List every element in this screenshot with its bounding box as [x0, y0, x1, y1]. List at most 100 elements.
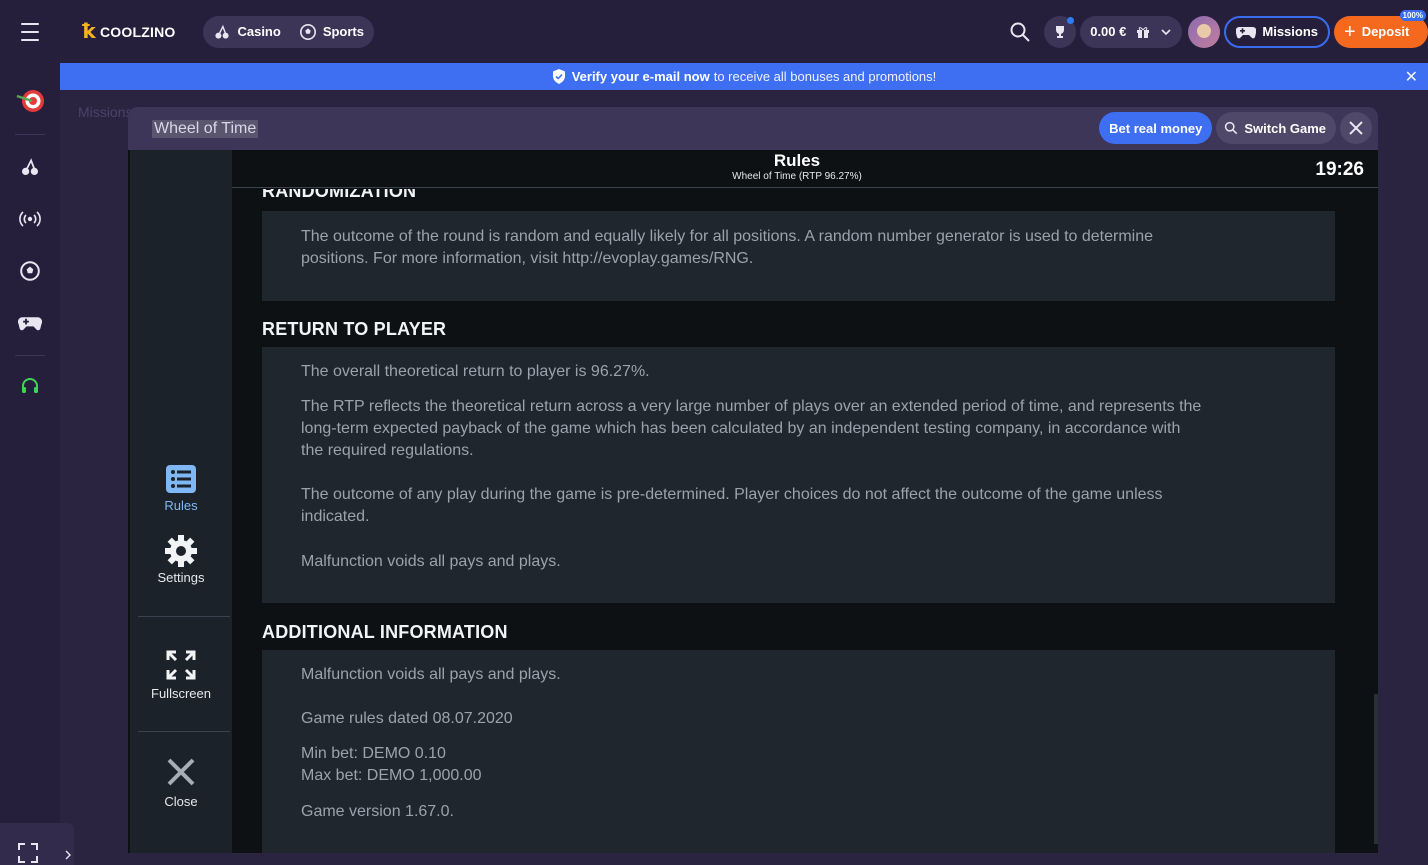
nav-sports[interactable]: Sports — [299, 23, 364, 41]
additional-malfunction: Malfunction voids all pays and plays. — [301, 666, 561, 683]
rewards-button[interactable] — [1044, 15, 1077, 48]
soccer-ball-icon — [299, 23, 316, 40]
shield-check-icon — [552, 69, 565, 84]
page-title-ghost: Missions — [78, 104, 133, 120]
darts-target-icon — [16, 90, 44, 112]
sidebar-item-games[interactable] — [14, 307, 46, 339]
additional-rules-date: Game rules dated 08.07.2020 — [301, 710, 513, 727]
deposit-label: Deposit — [1361, 24, 1410, 39]
section-card-rtp: The overall theoretical return to player… — [262, 347, 1335, 603]
verify-email-banner: Verify your e-mail now to receive all bo… — [60, 63, 1428, 90]
switch-game-button[interactable]: Switch Game — [1216, 112, 1336, 144]
header-tools: 0.00 € Missions + Deposit 100% — [1004, 0, 1428, 63]
balance-dropdown[interactable]: 0.00 € — [1080, 15, 1183, 48]
sidebar-divider — [15, 355, 45, 356]
section-card-randomization: The outcome of the round is random and e… — [262, 211, 1335, 301]
game-menu-divider — [138, 731, 230, 732]
missions-button[interactable]: Missions — [1224, 15, 1330, 48]
avatar-face — [1197, 23, 1212, 38]
hamburger-icon — [21, 20, 39, 44]
search-icon — [1010, 22, 1030, 42]
soccer-ball-icon — [20, 261, 40, 281]
randomization-text-line2: positions. For more information, visit h… — [301, 250, 754, 267]
gear-icon — [165, 535, 197, 567]
headset-icon — [22, 378, 38, 393]
modal-close-button[interactable] — [1340, 112, 1372, 144]
game-menu-close[interactable]: Close — [130, 758, 232, 809]
rules-header: Rules Wheel of Time (RTP 96.27%) 19:26 — [232, 150, 1378, 188]
nav-casino[interactable]: Casino — [213, 23, 281, 41]
top-header: ꝁ COOLZINO Casino Sports 0.00 € Missions — [0, 0, 1428, 63]
rtp-predetermined-line2: indicated. — [301, 508, 370, 525]
sidebar-divider — [15, 134, 45, 135]
product-switcher: Casino Sports — [203, 15, 374, 48]
rtp-text-line3: the required regulations. — [301, 442, 474, 459]
left-sidebar — [0, 63, 60, 865]
brand-name: COOLZINO — [99, 23, 176, 40]
search-button[interactable] — [1004, 16, 1036, 48]
list-icon — [166, 465, 196, 493]
additional-max-bet: Max bet: DEMO 1,000.00 — [301, 767, 482, 784]
notification-dot — [1067, 16, 1075, 24]
fullscreen-corners-icon — [18, 843, 38, 863]
additional-min-bet: Min bet: DEMO 0.10 — [301, 745, 446, 762]
sidebar-item-support[interactable] — [14, 371, 46, 403]
verify-banner-text: to receive all bonuses and promotions! — [713, 69, 937, 84]
game-menu-rules[interactable]: Rules — [130, 464, 232, 513]
additional-game-version: Game version 1.67.0. — [301, 803, 454, 820]
user-avatar[interactable] — [1188, 15, 1221, 48]
brand-logo[interactable]: ꝁ COOLZINO — [82, 22, 175, 42]
nav-sports-label: Sports — [322, 24, 364, 39]
game-menu-divider — [138, 616, 230, 617]
rtp-malfunction: Malfunction voids all pays and plays. — [301, 553, 561, 570]
banner-close-icon[interactable]: ✕ — [1405, 67, 1418, 87]
rules-title: Rules — [773, 151, 821, 170]
randomization-text-line1: The outcome of the round is random and e… — [301, 228, 1154, 245]
deposit-button[interactable]: + Deposit 100% — [1334, 9, 1428, 48]
close-menu-label: Close — [164, 794, 198, 809]
verify-email-link[interactable]: Verify your e-mail now — [572, 69, 710, 84]
sidebar-item-live[interactable] — [14, 203, 46, 235]
section-card-additional: Malfunction voids all pays and plays. Ga… — [262, 650, 1335, 853]
plus-icon: + — [1344, 20, 1356, 43]
deposit-bonus-badge: 100% — [1399, 9, 1426, 21]
sidebar-item-promotions[interactable] — [14, 85, 46, 117]
close-icon — [1349, 121, 1363, 135]
section-heading-additional: ADDITIONAL INFORMATION — [262, 622, 508, 642]
game-iframe: Rules Settings Fullscreen Close Rules Wh… — [128, 150, 1378, 853]
game-menu-fullscreen[interactable]: Fullscreen — [130, 650, 232, 701]
expand-arrows-icon — [166, 650, 196, 680]
rtp-predetermined-line1: The outcome of any play during the game … — [301, 486, 1163, 503]
bet-real-money-button[interactable]: Bet real money — [1099, 112, 1213, 144]
rtp-text-line1: The RTP reflects the theoretical return … — [301, 398, 1202, 415]
rules-content[interactable]: RANDOMIZATION The outcome of the round i… — [232, 189, 1378, 853]
sidebar-item-sports[interactable] — [14, 255, 46, 287]
game-modal-actions: Bet real money Switch Game — [1099, 112, 1372, 144]
section-heading-randomization: RANDOMIZATION — [262, 189, 417, 201]
game-menu-settings[interactable]: Settings — [130, 534, 232, 585]
logo-mark-icon: ꝁ — [82, 20, 96, 43]
chevron-down-icon — [1161, 28, 1171, 35]
settings-menu-label: Settings — [157, 570, 205, 585]
cherry-icon — [215, 24, 230, 39]
game-modal-header: Wheel of Time Bet real money Switch Game — [128, 107, 1378, 150]
gift-icon — [1137, 26, 1150, 38]
game-title: Wheel of Time — [152, 119, 259, 138]
search-icon — [1225, 121, 1238, 135]
live-broadcast-icon — [19, 211, 41, 227]
balance-value: 0.00 € — [1090, 24, 1127, 39]
menu-toggle-button[interactable] — [0, 0, 60, 63]
game-side-menu: Rules Settings Fullscreen Close — [130, 150, 232, 853]
switch-game-label: Switch Game — [1244, 120, 1326, 136]
fullscreen-menu-label: Fullscreen — [151, 686, 211, 701]
chevron-right-icon — [65, 850, 71, 860]
sidebar-item-casino[interactable] — [14, 151, 46, 183]
rules-scrollbar[interactable] — [1374, 694, 1378, 844]
gamepad-icon — [1236, 26, 1257, 38]
cherry-icon — [21, 158, 39, 176]
rtp-text-overall: The overall theoretical return to player… — [301, 363, 650, 380]
rtp-text-line2: long-term expected payback of the game w… — [301, 420, 1181, 437]
sidebar-expand-tab[interactable] — [0, 823, 74, 865]
missions-label: Missions — [1262, 24, 1318, 39]
section-heading-rtp: RETURN TO PLAYER — [262, 319, 447, 339]
